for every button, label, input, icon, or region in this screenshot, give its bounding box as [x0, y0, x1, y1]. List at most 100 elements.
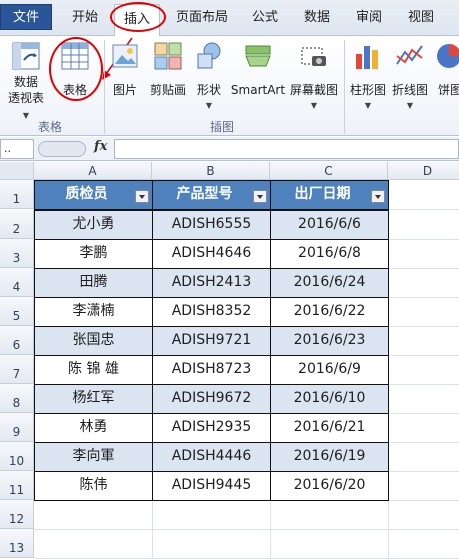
- column-header-a[interactable]: A: [34, 162, 152, 180]
- row-header-8[interactable]: 8: [0, 384, 34, 413]
- group-separator: [344, 40, 345, 134]
- clip-art-button[interactable]: 剪贴画: [146, 40, 190, 98]
- screenshot-icon: [301, 47, 326, 66]
- table-cell[interactable]: 张国忠: [34, 326, 153, 356]
- pivot-table-button[interactable]: 数据 透视表 ▼: [4, 40, 48, 124]
- select-all-corner[interactable]: [0, 162, 34, 180]
- table-cell[interactable]: 田腾: [34, 268, 153, 298]
- row-header-10[interactable]: 10: [0, 442, 34, 471]
- tab-file[interactable]: 文件: [0, 4, 52, 30]
- table-cell[interactable]: 陈 锦 雄: [34, 355, 153, 385]
- table-cell[interactable]: 2016/6/21: [270, 413, 389, 443]
- row-header-2[interactable]: 2: [0, 210, 34, 239]
- chevron-down-icon: ▼: [406, 101, 414, 110]
- picture-icon: [112, 44, 138, 68]
- table-cell[interactable]: ADISH2935: [152, 413, 271, 443]
- column-header-c[interactable]: C: [270, 162, 388, 180]
- smartart-label: SmartArt: [230, 83, 286, 97]
- table-cell[interactable]: ADISH8723: [152, 355, 271, 385]
- table-cell[interactable]: ADISH6555: [152, 210, 271, 240]
- chevron-down-icon: ▼: [205, 101, 213, 110]
- row-header-7[interactable]: 7: [0, 355, 34, 384]
- row-header-6[interactable]: 6: [0, 326, 34, 355]
- table-header-cell[interactable]: 出厂日期: [270, 180, 389, 210]
- column-chart-button[interactable]: 柱形图 ▼: [348, 40, 388, 114]
- row-header-11[interactable]: 11: [0, 471, 34, 500]
- row-header-4[interactable]: 4: [0, 268, 34, 297]
- column-chart-icon: [356, 46, 378, 69]
- picture-button[interactable]: 图片: [108, 40, 142, 98]
- table-cell[interactable]: ADISH4446: [152, 442, 271, 472]
- group-label-tables: 表格: [38, 120, 63, 134]
- shapes-button[interactable]: 形状 ▼: [192, 40, 226, 114]
- row-header-3[interactable]: 3: [0, 239, 34, 268]
- shapes-icon: [197, 42, 221, 69]
- pivot-table-label-1: 数据: [13, 75, 38, 89]
- pivot-table-label-2: 透视表: [7, 91, 44, 105]
- table-cell[interactable]: ADISH9445: [152, 471, 271, 501]
- row-header-5[interactable]: 5: [0, 297, 34, 326]
- table-header-cell[interactable]: 质检员: [34, 180, 153, 210]
- table-cell[interactable]: 尤小勇: [34, 210, 153, 240]
- table-cell[interactable]: 2016/6/6: [270, 210, 389, 240]
- table-header-cell[interactable]: 产品型号: [152, 180, 271, 210]
- group-separator: [104, 40, 105, 134]
- table-cell[interactable]: 李向軍: [34, 442, 153, 472]
- clip-art-label: 剪贴画: [149, 83, 186, 97]
- gridline: [34, 529, 459, 530]
- group-label-illustrations: 插图: [210, 120, 235, 134]
- spreadsheet-grid[interactable]: A B C D 1 2 3 4 5 6 7 8 9 10 11 12 13 质检员 产品型号 出厂日期 尤小勇 ADISH…: [0, 162, 459, 559]
- chevron-down-icon: ▼: [22, 111, 30, 120]
- screenshot-button[interactable]: 屏幕截图 ▼: [288, 40, 340, 114]
- insert-tab-highlight-circle: [110, 2, 166, 32]
- table-cell[interactable]: 陈伟: [34, 471, 153, 501]
- pie-chart-button[interactable]: 饼图: [432, 40, 459, 98]
- column-header-b[interactable]: B: [152, 162, 270, 180]
- table-cell[interactable]: 2016/6/22: [270, 297, 389, 327]
- tab-home[interactable]: 开始: [62, 0, 108, 36]
- formula-input[interactable]: [114, 139, 459, 159]
- pie-chart-label: 饼图: [438, 83, 459, 97]
- row-header-1[interactable]: 1: [0, 180, 34, 209]
- filter-dropdown-icon[interactable]: [371, 190, 385, 203]
- line-chart-button[interactable]: 折线图 ▼: [390, 40, 430, 114]
- filter-dropdown-icon[interactable]: [135, 190, 149, 203]
- smartart-button[interactable]: SmartArt: [230, 40, 286, 98]
- tab-data[interactable]: 数据: [296, 0, 338, 36]
- row-header-13[interactable]: 13: [0, 529, 34, 558]
- column-chart-label: 柱形图: [349, 83, 386, 97]
- chevron-down-icon: ▼: [364, 101, 372, 110]
- table-cell[interactable]: 2016/6/8: [270, 239, 389, 269]
- table-cell[interactable]: ADISH9721: [152, 326, 271, 356]
- table-cell[interactable]: 林勇: [34, 413, 153, 443]
- row-header-12[interactable]: 12: [0, 500, 34, 529]
- tab-formulas[interactable]: 公式: [244, 0, 286, 36]
- table-button-highlight-circle: [49, 37, 103, 101]
- tab-review[interactable]: 审阅: [348, 0, 390, 36]
- line-chart-label: 折线图: [391, 83, 428, 97]
- table-cell[interactable]: 2016/6/19: [270, 442, 389, 472]
- table-cell[interactable]: 杨红军: [34, 384, 153, 414]
- table-cell[interactable]: 李鹏: [34, 239, 153, 269]
- line-chart-icon: [396, 45, 423, 65]
- row-header-9[interactable]: 9: [0, 413, 34, 442]
- formula-bar-controls[interactable]: [38, 141, 86, 157]
- table-cell[interactable]: 2016/6/10: [270, 384, 389, 414]
- table-cell[interactable]: 2016/6/20: [270, 471, 389, 501]
- pivot-table-icon: [12, 42, 40, 70]
- table-cell[interactable]: ADISH4646: [152, 239, 271, 269]
- insert-function-icon[interactable]: fx: [94, 139, 107, 154]
- table-cell[interactable]: 2016/6/24: [270, 268, 389, 298]
- column-header-d[interactable]: D: [388, 162, 459, 180]
- table-cell[interactable]: ADISH2413: [152, 268, 271, 298]
- table-cell[interactable]: ADISH8352: [152, 297, 271, 327]
- tab-view[interactable]: 视图: [400, 0, 442, 36]
- shapes-label: 形状: [196, 83, 221, 97]
- tab-page-layout[interactable]: 页面布局: [170, 0, 234, 36]
- name-box[interactable]: ..: [0, 139, 34, 159]
- table-cell[interactable]: 李潇楠: [34, 297, 153, 327]
- table-cell[interactable]: 2016/6/23: [270, 326, 389, 356]
- table-cell[interactable]: ADISH9672: [152, 384, 271, 414]
- table-cell[interactable]: 2016/6/9: [270, 355, 389, 385]
- filter-dropdown-icon[interactable]: [253, 190, 267, 203]
